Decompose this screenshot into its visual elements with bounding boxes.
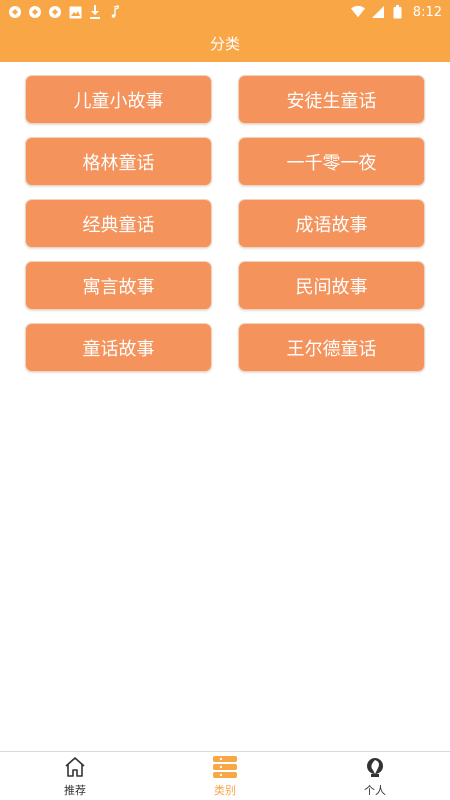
status-bar: 8:12 xyxy=(0,0,450,24)
category-icon xyxy=(212,754,238,780)
status-right: 8:12 xyxy=(350,0,442,24)
notification-icon xyxy=(28,5,42,19)
profile-icon xyxy=(362,754,388,780)
category-button-fairy-stories[interactable]: 童话故事 xyxy=(25,323,212,372)
category-button-wilde[interactable]: 王尔德童话 xyxy=(238,323,425,372)
page-title: 分类 xyxy=(209,34,240,53)
notification-icon xyxy=(8,5,22,19)
wifi-icon xyxy=(350,5,365,19)
notification-icon xyxy=(48,5,62,19)
category-button-children-stories[interactable]: 儿童小故事 xyxy=(25,75,212,124)
category-button-grimm[interactable]: 格林童话 xyxy=(25,137,212,186)
nav-label: 推荐 xyxy=(64,784,86,797)
category-button-andersen[interactable]: 安徒生童话 xyxy=(238,75,425,124)
category-button-folk-tales[interactable]: 民间故事 xyxy=(238,261,425,310)
category-button-classic-fairy-tales[interactable]: 经典童话 xyxy=(25,199,212,248)
signal-icon xyxy=(371,5,385,19)
battery-icon xyxy=(391,5,405,19)
status-time: 8:12 xyxy=(412,4,442,20)
category-button-idiom-stories[interactable]: 成语故事 xyxy=(238,199,425,248)
nav-item-category[interactable]: 类别 xyxy=(150,752,300,800)
home-icon xyxy=(62,754,88,780)
app-header: 分类 xyxy=(0,24,450,62)
nav-label: 类别 xyxy=(214,784,236,797)
nav-label: 个人 xyxy=(364,784,386,797)
category-button-fables[interactable]: 寓言故事 xyxy=(25,261,212,310)
nav-item-recommend[interactable]: 推荐 xyxy=(0,752,150,800)
download-icon xyxy=(88,5,102,19)
image-icon xyxy=(68,5,82,19)
status-left xyxy=(8,0,122,24)
nav-item-profile[interactable]: 个人 xyxy=(300,752,450,800)
category-grid: 儿童小故事 安徒生童话 格林童话 一千零一夜 经典童话 成语故事 寓言故事 民间… xyxy=(25,75,425,372)
bottom-nav: 推荐 类别 个人 xyxy=(0,751,450,800)
music-icon xyxy=(108,5,122,19)
category-button-arabian-nights[interactable]: 一千零一夜 xyxy=(238,137,425,186)
